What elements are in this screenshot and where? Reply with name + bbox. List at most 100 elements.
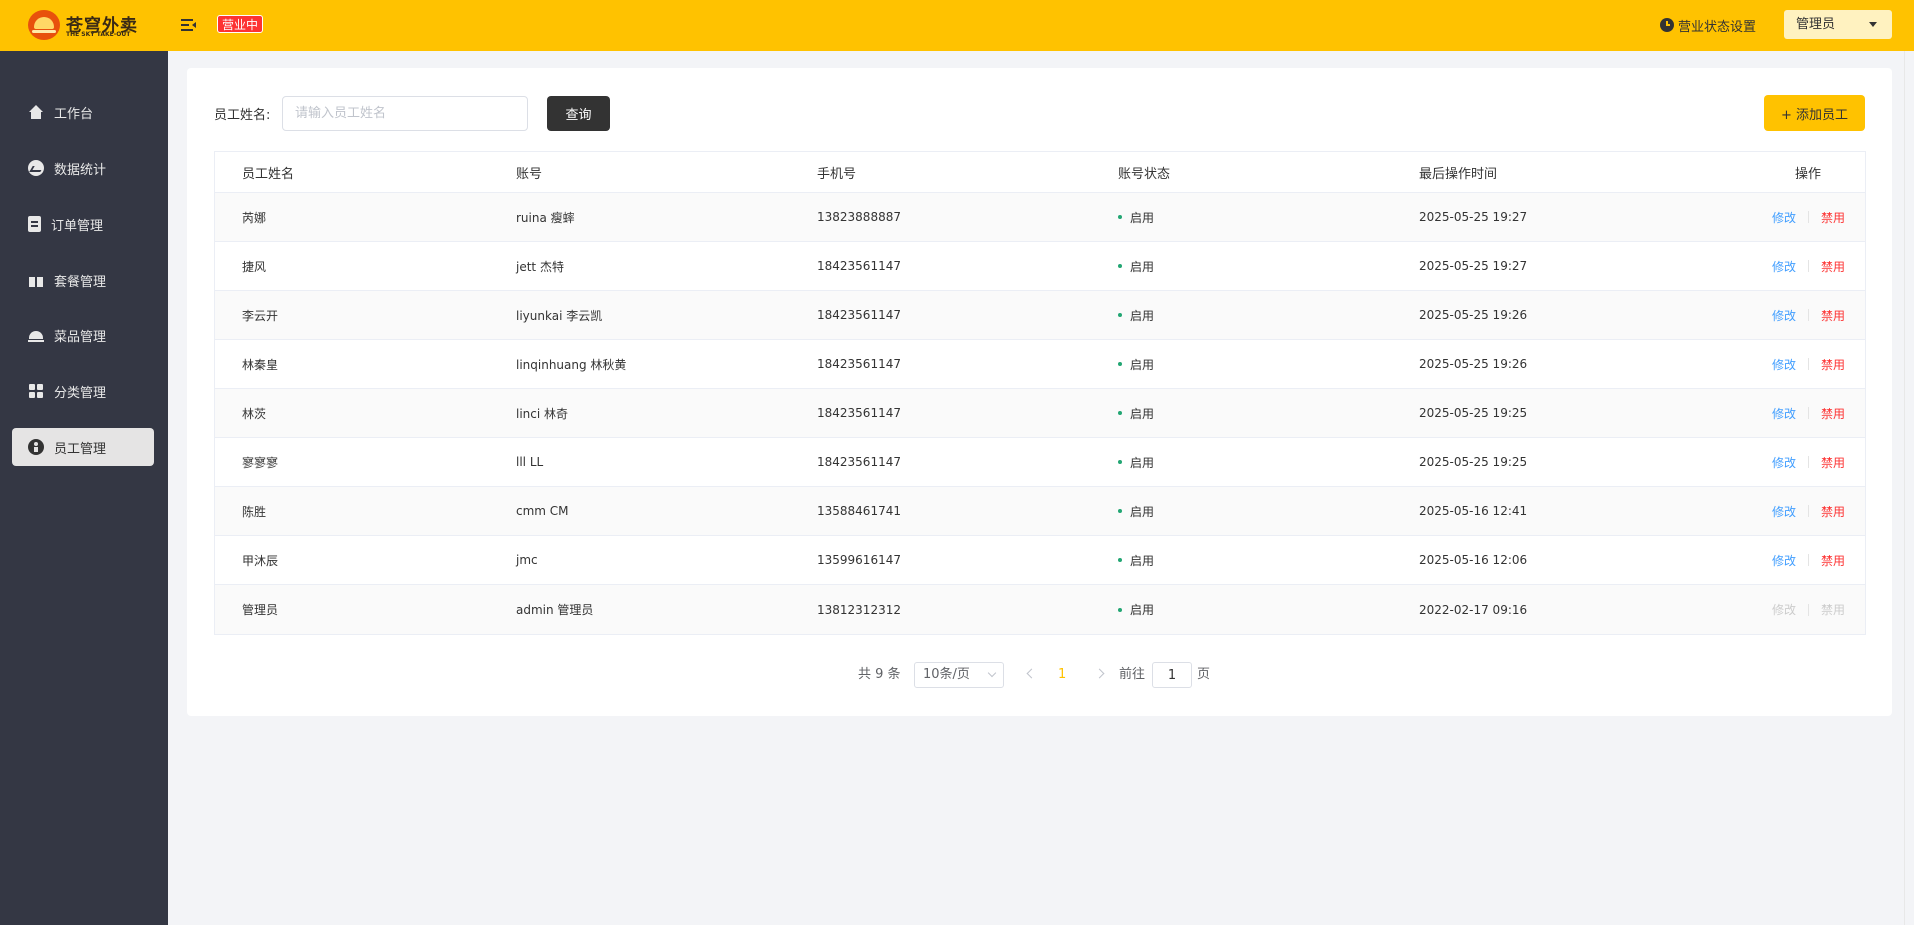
status-dot-icon: [1118, 411, 1122, 415]
sidebar-item-label: 分类管理: [54, 385, 107, 401]
edit-link[interactable]: 修改: [1772, 356, 1796, 373]
page-suffix: 页: [1197, 667, 1211, 682]
sidebar-item-label: 套餐管理: [54, 274, 107, 290]
edit-link[interactable]: 修改: [1772, 454, 1796, 471]
last-operation-time: 2025-05-25 19:25: [1419, 455, 1528, 469]
account-status: 启用: [1118, 405, 1419, 422]
table-body: 芮娜 ruina 瘦蟀 13823888887 启用 2025-05-25 19:27 修…: [215, 193, 1865, 634]
status-label: 启用: [1130, 603, 1155, 617]
row-actions: 修改 禁用: [1720, 356, 1865, 373]
row-actions: 修改 禁用: [1720, 552, 1865, 569]
account-status: 启用: [1118, 209, 1419, 226]
employee-name: 林秦皇: [242, 357, 279, 372]
employee-phone: 18423561147: [817, 455, 901, 469]
table-row: 寥寥寥 lll LL 18423561147 启用 2025-05-25 19:25 修改…: [215, 438, 1865, 487]
employee-phone: 18423561147: [817, 259, 901, 273]
prev-page-icon[interactable]: [1026, 668, 1037, 679]
disable-link[interactable]: 禁用: [1821, 209, 1845, 226]
column-header-phone: 手机号: [817, 166, 857, 182]
account-status: 启用: [1118, 356, 1419, 373]
employee-panel: 员工姓名: 查询 + 添加员工 员工姓名 账号 手机号 账号状态 最后操作时间 …: [187, 68, 1892, 716]
sidebar-item-orders[interactable]: 订单管理: [12, 205, 154, 243]
edit-link[interactable]: 修改: [1772, 307, 1796, 324]
status-dot-icon: [1118, 362, 1122, 366]
disable-link[interactable]: 禁用: [1821, 258, 1845, 275]
vertical-scrollbar[interactable]: [1904, 51, 1914, 925]
status-label: 启用: [1130, 455, 1155, 470]
action-divider: [1807, 309, 1809, 321]
sidebar-item-categories[interactable]: 分类管理: [12, 372, 154, 410]
status-label: 启用: [1130, 553, 1155, 568]
row-actions: 修改 禁用: [1720, 454, 1865, 471]
employee-phone: 13812312312: [817, 602, 901, 617]
employee-name-search-input[interactable]: [282, 96, 528, 131]
account-status: 启用: [1118, 454, 1419, 471]
action-divider: [1807, 211, 1809, 223]
edit-link[interactable]: 修改: [1772, 405, 1796, 422]
table-row: 李云开 liyunkai 李云凯 18423561147 启用 2025-05-25 1…: [215, 291, 1865, 340]
status-dot-icon: [1118, 607, 1122, 612]
employee-phone: 18423561147: [817, 357, 901, 371]
disable-link[interactable]: 禁用: [1821, 601, 1845, 618]
menu-collapse-icon[interactable]: [180, 16, 198, 34]
sidebar-item-dishes[interactable]: 菜品管理: [12, 316, 154, 354]
disable-link[interactable]: 禁用: [1821, 503, 1845, 520]
disable-link[interactable]: 禁用: [1821, 454, 1845, 471]
query-button[interactable]: 查询: [547, 96, 610, 131]
page-size-value: 10条/页: [923, 667, 970, 682]
user-menu-dropdown[interactable]: 管理员: [1784, 10, 1892, 39]
sidebar-item-dashboard[interactable]: 工作台: [12, 93, 154, 131]
page-number-current[interactable]: 1: [1058, 661, 1066, 689]
last-operation-time: 2025-05-16 12:06: [1419, 553, 1528, 567]
sidebar-item-label: 员工管理: [54, 441, 107, 457]
action-divider: [1807, 358, 1809, 370]
employee-name: 捷风: [242, 259, 267, 274]
add-employee-button[interactable]: + 添加员工: [1764, 95, 1865, 131]
employee-name: 甲沐辰: [242, 553, 279, 568]
sidebar-item-employees[interactable]: 员工管理: [12, 428, 154, 466]
status-settings-button[interactable]: 营业状态设置: [1660, 15, 1756, 35]
row-actions: 修改 禁用: [1720, 503, 1865, 520]
disable-link[interactable]: 禁用: [1821, 307, 1845, 324]
status-label: 启用: [1130, 210, 1155, 225]
page-size-select[interactable]: 10条/页: [914, 662, 1004, 688]
row-actions: 修改 禁用: [1720, 209, 1865, 226]
order-icon: [28, 216, 41, 232]
status-label: 启用: [1130, 357, 1155, 372]
account-status: 启用: [1118, 601, 1419, 618]
last-operation-time: 2025-05-25 19:27: [1419, 259, 1528, 273]
column-header-status: 账号状态: [1118, 166, 1171, 182]
status-dot-icon: [1118, 215, 1122, 219]
employee-account: lll LL: [516, 455, 544, 469]
disable-link[interactable]: 禁用: [1821, 552, 1845, 569]
dish-icon: [28, 327, 44, 343]
employee-phone: 13588461741: [817, 504, 901, 518]
sidebar-item-label: 订单管理: [51, 218, 104, 234]
row-actions: 修改 禁用: [1720, 307, 1865, 324]
edit-link[interactable]: 修改: [1772, 258, 1796, 275]
edit-link[interactable]: 修改: [1772, 209, 1796, 226]
logo-emblem-icon: [28, 10, 60, 40]
search-label: 员工姓名:: [214, 108, 271, 123]
employee-account: liyunkai 李云凯: [516, 308, 603, 323]
user-menu-label: 管理员: [1796, 17, 1836, 32]
employee-phone: 13599616147: [817, 553, 901, 567]
edit-link[interactable]: 修改: [1772, 601, 1796, 618]
sidebar-item-label: 数据统计: [54, 162, 107, 178]
disable-link[interactable]: 禁用: [1821, 405, 1845, 422]
pagination-total: 共 9 条: [858, 667, 901, 682]
table-row: 芮娜 ruina 瘦蟀 13823888887 启用 2025-05-25 19:27 修…: [215, 193, 1865, 242]
account-status: 启用: [1118, 552, 1419, 569]
employee-table: 员工姓名 账号 手机号 账号状态 最后操作时间 操作 芮娜 ruina 瘦蟀 138…: [214, 151, 1866, 635]
disable-link[interactable]: 禁用: [1821, 356, 1845, 373]
edit-link[interactable]: 修改: [1772, 503, 1796, 520]
table-row: 林秦皇 linqinhuang 林秋黄 18423561147 启用 2025-05-2…: [215, 340, 1865, 389]
sidebar-item-label: 工作台: [54, 106, 94, 122]
next-page-icon[interactable]: [1094, 668, 1105, 679]
edit-link[interactable]: 修改: [1772, 552, 1796, 569]
action-divider: [1807, 505, 1809, 517]
sidebar-item-setmeal[interactable]: 套餐管理: [12, 261, 154, 299]
goto-page-input[interactable]: [1152, 662, 1192, 688]
sidebar-item-statistics[interactable]: 数据统计: [12, 149, 154, 187]
employee-account: ruina 瘦蟀: [516, 210, 575, 225]
